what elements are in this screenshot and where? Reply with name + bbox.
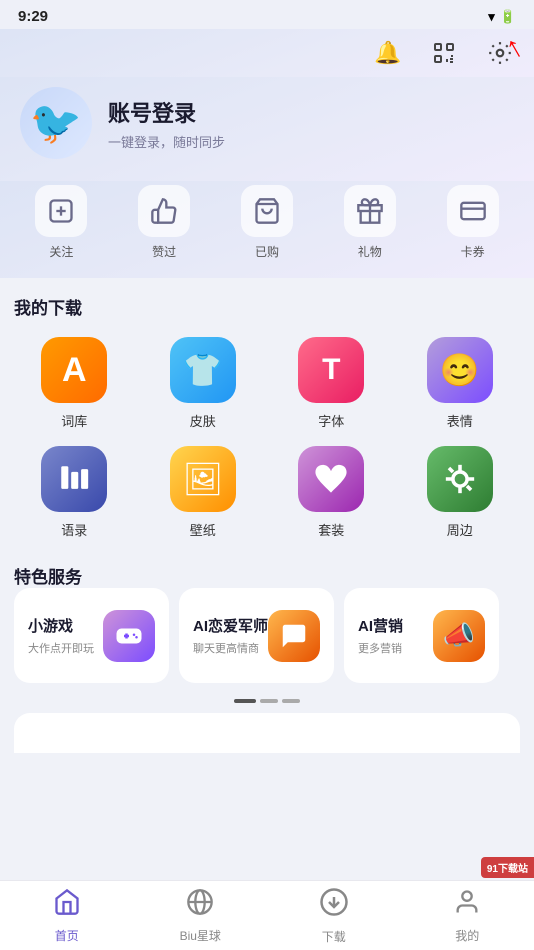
nav-biu[interactable]: Biu星球 bbox=[160, 888, 240, 944]
yulu-icon bbox=[41, 446, 107, 512]
download-icon bbox=[319, 887, 349, 924]
ziti-label: 字体 bbox=[318, 411, 344, 430]
battery-icon: 🔋 bbox=[500, 9, 516, 25]
bottom-partial-card bbox=[14, 713, 520, 753]
download-label: 下载 bbox=[322, 928, 346, 945]
download-item-ziti[interactable]: T 字体 bbox=[271, 333, 392, 434]
download-item-zhoubian[interactable]: 周边 bbox=[400, 442, 521, 543]
download-item-taozhuang[interactable]: 套装 bbox=[271, 442, 392, 543]
profile-info: 账号登录 一键登录，随时同步 bbox=[108, 96, 514, 151]
liked-label: 赞过 bbox=[152, 243, 176, 260]
ai-marketing-icon: 📣 bbox=[433, 610, 485, 662]
action-follow[interactable]: 关注 bbox=[31, 185, 91, 260]
purchased-icon bbox=[241, 185, 293, 237]
watermark: 91下载站 bbox=[481, 857, 534, 878]
action-liked[interactable]: 赞过 bbox=[134, 185, 194, 260]
profile-label: 我的 bbox=[455, 927, 479, 944]
ciku-label: 词库 bbox=[61, 411, 87, 430]
profile-name[interactable]: 账号登录 bbox=[108, 96, 514, 128]
services-section-title: 特色服务 bbox=[14, 563, 520, 588]
dot-3 bbox=[282, 699, 300, 703]
settings-button[interactable] bbox=[482, 35, 518, 71]
bizhi-label: 壁纸 bbox=[190, 520, 216, 539]
ai-love-text: AI恋爱军师 聊天更高情商 bbox=[193, 615, 268, 656]
nav-home[interactable]: 首页 bbox=[27, 888, 107, 944]
bizhi-icon: 🖼 bbox=[170, 446, 236, 512]
nav-profile[interactable]: 我的 bbox=[427, 888, 507, 944]
avatar[interactable]: 🐦 bbox=[20, 87, 92, 159]
profile-icon bbox=[453, 888, 481, 923]
gifts-icon bbox=[344, 185, 396, 237]
ai-love-icon bbox=[268, 610, 320, 662]
bottom-nav: 首页 Biu星球 下载 我的 bbox=[0, 880, 534, 950]
downloads-section-title: 我的下载 bbox=[14, 294, 520, 319]
mini-games-subtitle: 大作点开即玩 bbox=[28, 640, 103, 656]
coupons-icon bbox=[447, 185, 499, 237]
profile-section: 🐦 账号登录 一键登录，随时同步 bbox=[0, 77, 534, 181]
wifi-icon: ▾ bbox=[488, 9, 495, 25]
zhoubian-icon bbox=[427, 446, 493, 512]
home-label: 首页 bbox=[55, 927, 79, 944]
dot-2 bbox=[260, 699, 278, 703]
service-mini-games[interactable]: 小游戏 大作点开即玩 bbox=[14, 588, 169, 683]
yulu-label: 语录 bbox=[61, 520, 87, 539]
services-row: 小游戏 大作点开即玩 AI恋爱军师 聊天更高情商 bbox=[14, 588, 520, 691]
status-time: 9:29 bbox=[18, 8, 48, 25]
taozhuang-icon bbox=[298, 446, 364, 512]
status-icons: ▾ 🔋 bbox=[488, 9, 516, 25]
scan-button[interactable] bbox=[426, 35, 462, 71]
dot-1 bbox=[234, 699, 256, 703]
ciku-icon: A bbox=[41, 337, 107, 403]
status-bar: 9:29 ▾ 🔋 bbox=[0, 0, 534, 29]
zhoubian-label: 周边 bbox=[447, 520, 473, 539]
action-coupons[interactable]: 卡券 bbox=[443, 185, 503, 260]
download-item-pifu[interactable]: 👕 皮肤 bbox=[143, 333, 264, 434]
ziti-icon: T bbox=[298, 337, 364, 403]
download-item-bizhi[interactable]: 🖼 壁纸 bbox=[143, 442, 264, 543]
action-purchased[interactable]: 已购 bbox=[237, 185, 297, 260]
ai-love-subtitle: 聊天更高情商 bbox=[193, 640, 268, 656]
pifu-label: 皮肤 bbox=[190, 411, 216, 430]
mini-games-icon bbox=[103, 610, 155, 662]
download-item-ciku[interactable]: A 词库 bbox=[14, 333, 135, 434]
mini-games-text: 小游戏 大作点开即玩 bbox=[28, 615, 103, 656]
biaoqing-label: 表情 bbox=[447, 411, 473, 430]
ai-marketing-title: AI营销 bbox=[358, 615, 433, 636]
ai-marketing-subtitle: 更多营销 bbox=[358, 640, 433, 656]
biu-label: Biu星球 bbox=[180, 927, 221, 944]
service-ai-love[interactable]: AI恋爱军师 聊天更高情商 bbox=[179, 588, 334, 683]
download-item-yulu[interactable]: 语录 bbox=[14, 442, 135, 543]
mini-games-title: 小游戏 bbox=[28, 615, 103, 636]
ai-love-title: AI恋爱军师 bbox=[193, 615, 268, 636]
biu-icon bbox=[186, 888, 214, 923]
top-nav: 🔔 ↑ bbox=[0, 29, 534, 77]
main-content: 我的下载 A 词库 👕 皮肤 T 字体 😊 表情 bbox=[0, 278, 534, 753]
avatar-image: 🐦 bbox=[30, 99, 82, 148]
taozhuang-label: 套装 bbox=[318, 520, 344, 539]
coupons-label: 卡券 bbox=[461, 243, 485, 260]
follow-icon bbox=[35, 185, 87, 237]
liked-icon bbox=[138, 185, 190, 237]
biaoqing-icon: 😊 bbox=[427, 337, 493, 403]
download-grid: A 词库 👕 皮肤 T 字体 😊 表情 bbox=[14, 333, 520, 543]
ai-marketing-text: AI营销 更多营销 bbox=[358, 615, 433, 656]
home-icon bbox=[53, 888, 81, 923]
gifts-label: 礼物 bbox=[358, 243, 382, 260]
pifu-icon: 👕 bbox=[170, 337, 236, 403]
action-gifts[interactable]: 礼物 bbox=[340, 185, 400, 260]
quick-actions-row: 关注 赞过 已购 bbox=[0, 181, 534, 278]
scroll-indicator bbox=[14, 699, 520, 703]
profile-subtitle: 一键登录，随时同步 bbox=[108, 132, 514, 151]
follow-label: 关注 bbox=[49, 243, 73, 260]
nav-download[interactable]: 下载 bbox=[294, 887, 374, 945]
download-item-biaoqing[interactable]: 😊 表情 bbox=[400, 333, 521, 434]
purchased-label: 已购 bbox=[255, 243, 279, 260]
service-ai-marketing[interactable]: AI营销 更多营销 📣 bbox=[344, 588, 499, 683]
notification-button[interactable]: 🔔 bbox=[370, 35, 406, 71]
